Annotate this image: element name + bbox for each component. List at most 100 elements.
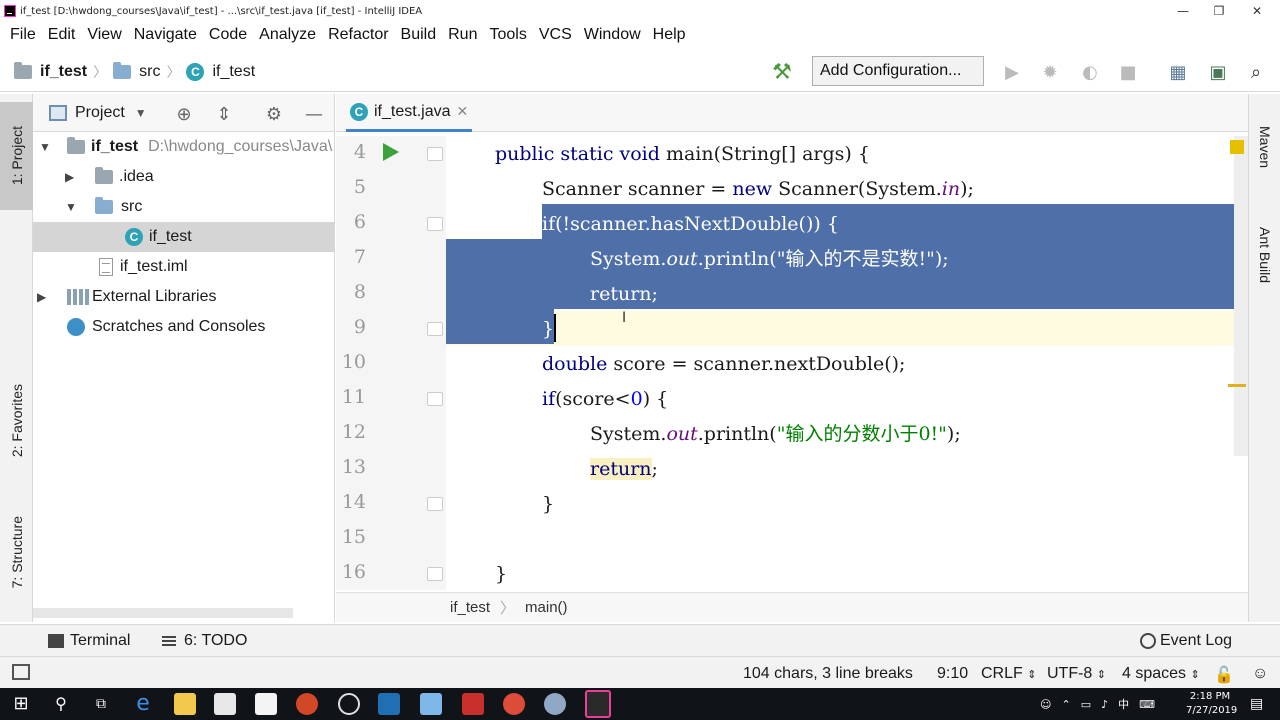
tree-item-idea[interactable]: ▶ .idea [33,162,334,192]
windows-start-icon[interactable]: ⊞ [10,693,32,715]
class-icon: C [350,102,368,121]
task-view-icon[interactable]: ⧉ [90,693,112,715]
fold-marker[interactable] [427,497,443,511]
volume-icon[interactable]: ♪ [1101,698,1108,711]
app-icon[interactable] [420,693,442,715]
app-icon[interactable] [544,693,566,715]
file-encoding[interactable]: UTF-8 ⇕ [1047,665,1106,683]
editor-breadcrumb-class[interactable]: if_test [450,599,490,616]
gear-icon[interactable]: ⚙ [262,104,286,125]
chevron-up-icon[interactable]: ⌃ [1061,698,1070,711]
fold-marker[interactable] [427,567,443,581]
menu-tools[interactable]: Tools [483,26,532,44]
menu-refactor[interactable]: Refactor [322,26,394,44]
tree-item-if-test-class[interactable]: C if_test [33,222,334,252]
project-horizontal-scrollbar[interactable] [33,608,293,618]
breadcrumb-src[interactable]: src [139,63,160,81]
coverage-icon[interactable]: ◐ [1078,60,1102,84]
toggle-tool-windows-icon[interactable] [12,664,30,680]
minimize-button[interactable]: — [1164,0,1202,22]
menu-analyze[interactable]: Analyze [253,26,322,44]
fold-marker[interactable] [427,147,443,161]
project-structure-icon[interactable]: ▦ [1166,60,1190,84]
close-icon[interactable]: ✕ [456,103,468,120]
ime-indicator[interactable]: 中 [1118,696,1129,712]
intellij-taskbar-icon[interactable] [585,690,611,718]
project-view-selector[interactable]: Project ▼ [49,104,147,122]
tree-item-external-libraries[interactable]: ▶ External Libraries [33,282,334,312]
file-explorer-icon[interactable] [174,693,196,715]
fold-marker[interactable] [427,322,443,336]
taskbar-clock[interactable]: 2:18 PM 7/27/2019 [1186,690,1237,718]
scrollbar-marker[interactable] [1228,384,1246,387]
people-icon[interactable]: ☺ [1040,698,1051,711]
add-configuration-button[interactable]: Add Configuration... [812,56,984,86]
lock-icon[interactable]: 🔓 [1214,665,1234,685]
caret-position[interactable]: 9:10 [937,665,968,683]
tab-maven[interactable]: Maven [1249,112,1280,182]
updown-icon: ⇕ [1027,669,1037,681]
menu-help[interactable]: Help [647,26,692,44]
debug-icon[interactable]: ✹ [1038,60,1062,84]
tree-item-iml[interactable]: if_test.iml [33,252,334,282]
locate-file-icon[interactable]: ⊕ [172,104,196,125]
collapse-all-icon[interactable]: ⇕ [212,104,236,125]
editor-breadcrumb-method[interactable]: main() [525,599,568,616]
menu-vcs[interactable]: VCS [533,26,578,44]
breadcrumb-project[interactable]: if_test [40,63,87,81]
notification-icon[interactable]: ▤ [1250,688,1263,720]
restore-button[interactable]: ❐ [1200,0,1238,22]
tab-structure[interactable]: 7: Structure [0,498,33,606]
event-log-button[interactable]: Event Log [1140,632,1232,650]
todo-button[interactable]: 6: TODO [162,632,247,650]
menu-run[interactable]: Run [442,26,483,44]
store-icon[interactable] [214,693,236,715]
keyboard-icon[interactable]: ⌨ [1139,698,1155,711]
breadcrumb-file[interactable]: if_test [212,63,255,81]
warning-indicator-icon[interactable] [1230,140,1244,154]
fold-marker[interactable] [427,217,443,231]
pdf-reader-icon[interactable] [462,693,484,715]
tree-label: if_test [149,228,192,245]
menu-code[interactable]: Code [203,26,253,44]
network-icon[interactable]: ▭ [1081,698,1091,711]
menu-file[interactable]: File [4,26,42,44]
terminal-button[interactable]: Terminal [48,632,130,650]
file-encoding-label: UTF-8 [1047,665,1093,682]
indent-setting[interactable]: 4 spaces ⇕ [1122,665,1200,683]
edge-browser-icon[interactable]: e [132,693,154,715]
editor-vertical-scrollbar[interactable] [1234,136,1248,456]
menu-build[interactable]: Build [395,26,443,44]
current-line-highlight [446,311,1248,346]
search-icon[interactable]: ⚲ [50,693,72,715]
mail-icon[interactable] [255,693,277,715]
fold-marker[interactable] [427,392,443,406]
inspector-icon[interactable]: ☺ [1252,665,1268,683]
menu-window[interactable]: Window [578,26,647,44]
tab-favorites[interactable]: 2: Favorites [0,366,33,476]
stop-icon[interactable]: ■ [1116,60,1140,84]
search-icon[interactable]: ⌕ [1244,60,1268,84]
app-icon[interactable] [338,693,360,715]
tree-item-if-test[interactable]: ▼ if_test D:\hwdong_courses\Java\ [33,132,334,162]
tree-item-src[interactable]: ▼ src [33,192,334,222]
tab-if-test-java[interactable]: C if_test.java ✕ [346,94,473,132]
build-hammer-icon[interactable]: ⚒ [770,60,794,85]
run-anything-icon[interactable]: ▣ [1206,60,1230,84]
hide-panel-icon[interactable]: — [302,104,326,125]
run-main-icon[interactable] [383,143,399,161]
chevron-right-icon: 〉 [166,63,181,80]
tab-ant-build[interactable]: Ant Build [1249,210,1280,300]
close-button[interactable]: ✕ [1238,0,1276,22]
run-icon[interactable]: ▶ [1000,60,1024,84]
tree-item-scratches[interactable]: Scratches and Consoles [33,312,334,342]
tab-project[interactable]: 1: Project [0,102,33,210]
code-editor[interactable]: public static void main(String[] args) {… [446,136,1248,590]
menu-view[interactable]: View [81,26,127,44]
app-icon[interactable] [378,693,400,715]
line-separator[interactable]: CRLF ⇕ [981,665,1036,683]
menu-navigate[interactable]: Navigate [128,26,203,44]
menu-edit[interactable]: Edit [42,26,82,44]
chrome-icon[interactable] [503,693,525,715]
powerpoint-icon[interactable] [296,693,318,715]
